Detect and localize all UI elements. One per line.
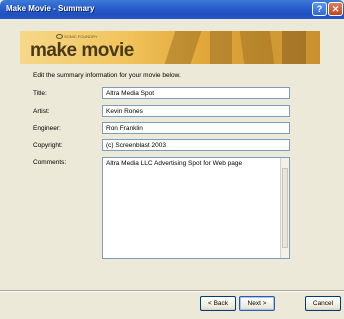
make-movie-banner: SONIC FOUNDRY make movie [20,31,320,64]
cancel-button[interactable]: Cancel [305,296,341,311]
artist-label: Artist: [33,108,50,115]
film-strip-decoration [239,31,275,64]
instruction-text: Edit the summary information for your mo… [33,72,181,79]
comments-label: Comments: [33,159,67,166]
artist-field[interactable]: Kevin Rones [102,105,290,117]
comments-textarea[interactable]: Altra Media LLC Advertising Spot for Web… [102,157,290,259]
comments-text: Altra Media LLC Advertising Spot for Web… [106,160,243,167]
copyright-field[interactable]: (c) Screenblast 2003 [102,139,290,151]
film-strip-decoration [282,31,306,64]
banner-logo-text: make movie [30,40,134,61]
footer-separator [0,290,344,292]
title-field[interactable]: Altra Media Spot [102,87,290,99]
copyright-label: Copyright: [33,142,63,149]
make-movie-summary-dialog: Make Movie - Summary ? ✕ SONIC FOUNDRY m… [0,0,344,319]
close-button[interactable]: ✕ [328,2,343,16]
title-label: Title: [33,90,47,97]
close-icon: ✕ [331,4,340,14]
brand-text: SONIC FOUNDRY [64,34,98,39]
title-bar[interactable]: Make Movie - Summary ? ✕ [0,0,344,19]
film-strip-decoration [210,31,232,64]
brand-logo-icon [56,34,63,39]
scrollbar-thumb[interactable] [282,168,288,248]
help-button[interactable]: ? [312,2,327,16]
next-button[interactable]: Next > [239,296,275,311]
engineer-label: Engineer: [33,125,61,132]
help-icon: ? [316,4,323,14]
back-button[interactable]: < Back [200,296,236,311]
comments-scrollbar[interactable] [280,158,289,258]
film-strip-decoration [164,31,202,64]
window-title: Make Movie - Summary [6,4,95,13]
engineer-field[interactable]: Ron Franklin [102,122,290,134]
